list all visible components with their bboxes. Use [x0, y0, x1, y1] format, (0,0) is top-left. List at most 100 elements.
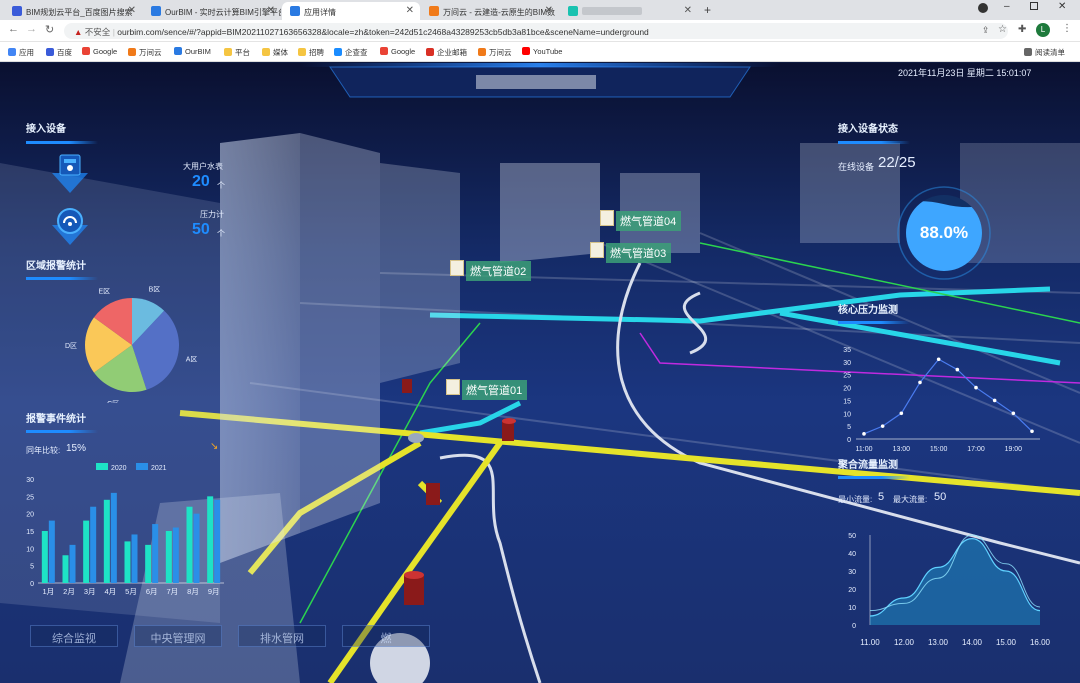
new-tab-icon[interactable]: + [704, 3, 711, 17]
bar [207, 496, 214, 583]
alarm-area-pie-chart[interactable]: B区 A区 C区 D区 E区 [30, 283, 230, 403]
gas-pipe-tag[interactable]: 燃气管道02 [466, 261, 532, 281]
close-tab-icon[interactable]: ✕ [684, 5, 692, 16]
alarm-events-bar-chart[interactable]: 2020 2021 0 5 10 15 20 25 30 1月 2月 3月 4月 5月 6月 7月 8月 9月 [20, 459, 230, 601]
y-tick-label: 30 [848, 569, 856, 576]
bookmark-mail[interactable]: 企业邮箱 [426, 47, 467, 58]
title-underline [26, 141, 98, 144]
x-tick-label: 16.00 [1030, 638, 1051, 647]
device-label-water-meter: 大用户水表 [183, 162, 223, 171]
bar [214, 499, 221, 583]
bookmark-star-icon[interactable]: ☆ [998, 24, 1007, 35]
browser-tab[interactable]: ✕ [560, 2, 698, 20]
gas-pipe-tag[interactable]: 燃气管道03 [606, 243, 672, 263]
bookmark-google[interactable]: Google [82, 47, 117, 56]
x-tick-label: 11:00 [856, 446, 873, 453]
site-favicon-icon [568, 6, 578, 16]
data-point [955, 367, 960, 372]
online-devices-label: 在线设备 [838, 162, 875, 172]
x-tick-label: 15.00 [996, 638, 1017, 647]
x-tick-label: 14.00 [962, 638, 983, 647]
browser-tab-active[interactable]: 应用详情 ✕ [282, 2, 420, 20]
bookmark-folder-media[interactable]: 媒体 [262, 47, 288, 58]
address-bar: ← → ↻ ▲ 不安全 | ourbim.com/sence/#/?appid=… [0, 20, 1080, 42]
device-unit: 个 [217, 181, 225, 190]
bar [110, 492, 117, 583]
youtube-icon [522, 47, 530, 55]
blurred-header-title [476, 75, 596, 89]
bookmark-wanjianyun-2[interactable]: 万间云 [478, 47, 512, 58]
title-underline [838, 476, 910, 479]
y-tick-label: 15 [843, 398, 851, 405]
nav-drainage-network[interactable]: 排水管网 [238, 625, 326, 647]
x-tick-label: 15:00 [930, 446, 948, 453]
yoy-value: 15% [66, 443, 87, 454]
y-tick-label: 0 [847, 437, 851, 444]
data-point [936, 357, 941, 362]
browser-tab[interactable]: BIM规划云平台_百度图片搜索 ✕ [4, 2, 142, 20]
bookmark-folder-platform[interactable]: 平台 [224, 47, 250, 58]
wanjianyun-favicon-icon [429, 6, 439, 16]
data-point [862, 432, 866, 436]
nav-central-network[interactable]: 中央管理网 [134, 625, 222, 647]
close-tab-icon[interactable]: ✕ [267, 5, 275, 16]
bookmark-apps[interactable]: 应用 [8, 47, 34, 58]
data-point [1030, 429, 1034, 434]
bookmark-google-2[interactable]: Google [380, 47, 415, 56]
nav-gas-network[interactable]: 燃 [342, 625, 430, 647]
gas-pipe-tag[interactable]: 燃气管道01 [462, 380, 528, 400]
x-tick-label: 9月 [208, 587, 220, 596]
browser-tab[interactable]: 万间云 - 云建造-云原生的BIM数 ✕ [421, 2, 559, 20]
data-point [880, 424, 885, 428]
bim-scene[interactable]: 2021年11月23日 星期二 15:01:07 燃气管道04 燃气管道03 燃… [0, 63, 1080, 683]
forward-icon[interactable]: → [26, 23, 37, 35]
bookmark-youtube[interactable]: YouTube [522, 47, 562, 56]
wanjianyun-icon [478, 48, 486, 56]
reading-list[interactable]: 阅读清单 [1024, 47, 1065, 58]
url-field[interactable]: ▲ 不安全 | ourbim.com/sence/#/?appid=BIM202… [64, 23, 1008, 39]
close-window-icon[interactable]: ✕ [1058, 1, 1066, 12]
maximize-icon[interactable] [1030, 2, 1038, 10]
pie-label: C区 [107, 400, 119, 403]
close-tab-icon[interactable]: ✕ [128, 5, 136, 16]
pie-label: B区 [149, 285, 161, 293]
wanjianyun-icon [128, 48, 136, 56]
flow-area [870, 538, 1040, 625]
core-pressure-line-chart[interactable]: 0 5 10 15 20 25 30 35 11:00 13:00 15:00 17:00 19:00 [834, 339, 1046, 457]
close-tab-icon[interactable]: ✕ [545, 5, 553, 16]
url-text: ourbim.com/sence/#/?appid=BIM20211027163… [117, 27, 649, 37]
menu-icon[interactable]: ⋮ [1062, 23, 1072, 34]
aggregate-flow-area-chart[interactable]: 0 10 20 30 40 50 11.00 12.00 13.00 14.00 15.00 16.0… [834, 523, 1054, 651]
data-point [899, 411, 904, 416]
profile-avatar[interactable]: L [1036, 23, 1050, 37]
y-tick-label: 50 [848, 533, 856, 540]
y-tick-label: 35 [843, 347, 851, 354]
y-tick-label: 10 [843, 411, 851, 418]
alarm-area-title: 区域报警统计 [26, 261, 86, 272]
tab-title: 万间云 - 云建造-云原生的BIM数 [443, 8, 555, 17]
reload-icon[interactable]: ↻ [45, 23, 54, 36]
bookmark-ourbim[interactable]: OurBIM [174, 47, 211, 56]
bookmark-qichacha[interactable]: 企查查 [334, 47, 368, 58]
min-flow-value: 5 [878, 491, 885, 503]
back-icon[interactable]: ← [8, 23, 19, 35]
bar [41, 531, 48, 583]
minimize-icon[interactable]: – [1004, 1, 1010, 12]
bookmark-folder-jobs[interactable]: 招聘 [298, 47, 324, 58]
tab-search-icon[interactable] [978, 3, 988, 13]
bookmark-wanjianyun[interactable]: 万间云 [128, 47, 162, 58]
close-tab-icon[interactable]: ✕ [406, 5, 414, 16]
bar [62, 555, 69, 583]
nav-comprehensive-monitor[interactable]: 综合监视 [30, 625, 118, 647]
gas-pipe-tag[interactable]: 燃气管道04 [616, 211, 682, 231]
max-flow-value: 50 [934, 491, 947, 503]
pressure-gauge-icon [52, 208, 88, 245]
bar [152, 524, 159, 583]
device-status-percent: 88.0% [919, 223, 969, 242]
y-tick-label: 25 [843, 373, 851, 380]
extensions-icon[interactable]: ✚ [1018, 24, 1026, 35]
browser-tab[interactable]: OurBIM - 实时云计算BIM引擎平台 ✕ [143, 2, 281, 20]
bookmark-baidu[interactable]: 百度 [46, 47, 72, 58]
share-icon[interactable]: ⇪ [982, 25, 990, 36]
tab-title: BIM规划云平台_百度图片搜索 [26, 8, 133, 17]
